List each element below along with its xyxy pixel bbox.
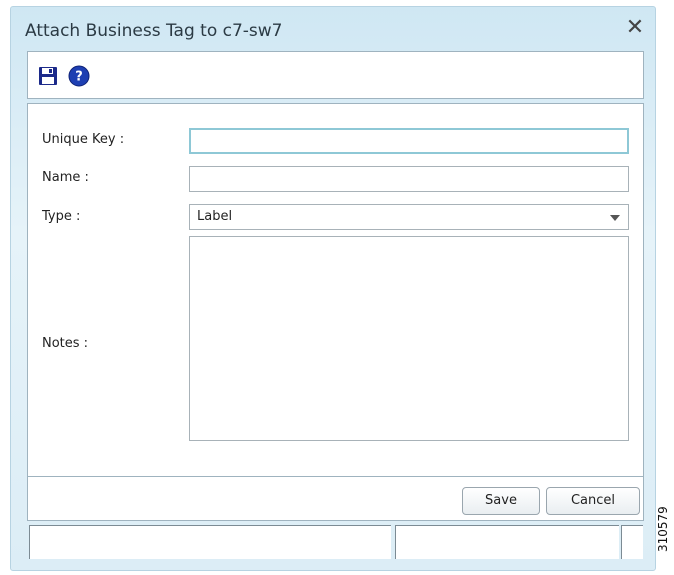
status-bar-section-1: [29, 525, 391, 559]
svg-text:?: ?: [75, 70, 83, 85]
name-input[interactable]: [189, 166, 629, 192]
status-bar-section-2: [395, 525, 619, 559]
help-icon[interactable]: ?: [68, 65, 90, 87]
notes-label: Notes :: [42, 336, 89, 351]
unique-key-input[interactable]: [189, 128, 629, 154]
business-tag-form: Unique Key : Name : Type : Label Notes :: [27, 103, 644, 477]
name-label: Name :: [42, 170, 89, 185]
status-bar-section-3: [621, 525, 643, 559]
type-selected-value: Label: [197, 209, 233, 224]
type-select[interactable]: Label: [189, 204, 629, 230]
dialog-footer: Save Cancel: [27, 477, 644, 521]
type-label: Type :: [42, 209, 81, 224]
attach-business-tag-dialog: Attach Business Tag to c7-sw7 ✕ ? Unique…: [10, 6, 656, 571]
unique-key-label: Unique Key :: [42, 132, 125, 147]
toolbar: ?: [27, 51, 644, 99]
dialog-title: Attach Business Tag to c7-sw7: [25, 21, 283, 41]
save-icon[interactable]: [38, 66, 58, 86]
notes-textarea[interactable]: [189, 236, 629, 441]
figure-id: 310579: [656, 506, 670, 552]
save-button[interactable]: Save: [462, 487, 540, 515]
cancel-button[interactable]: Cancel: [546, 487, 640, 515]
close-icon[interactable]: ✕: [623, 16, 647, 40]
chevron-down-icon[interactable]: [610, 215, 620, 221]
